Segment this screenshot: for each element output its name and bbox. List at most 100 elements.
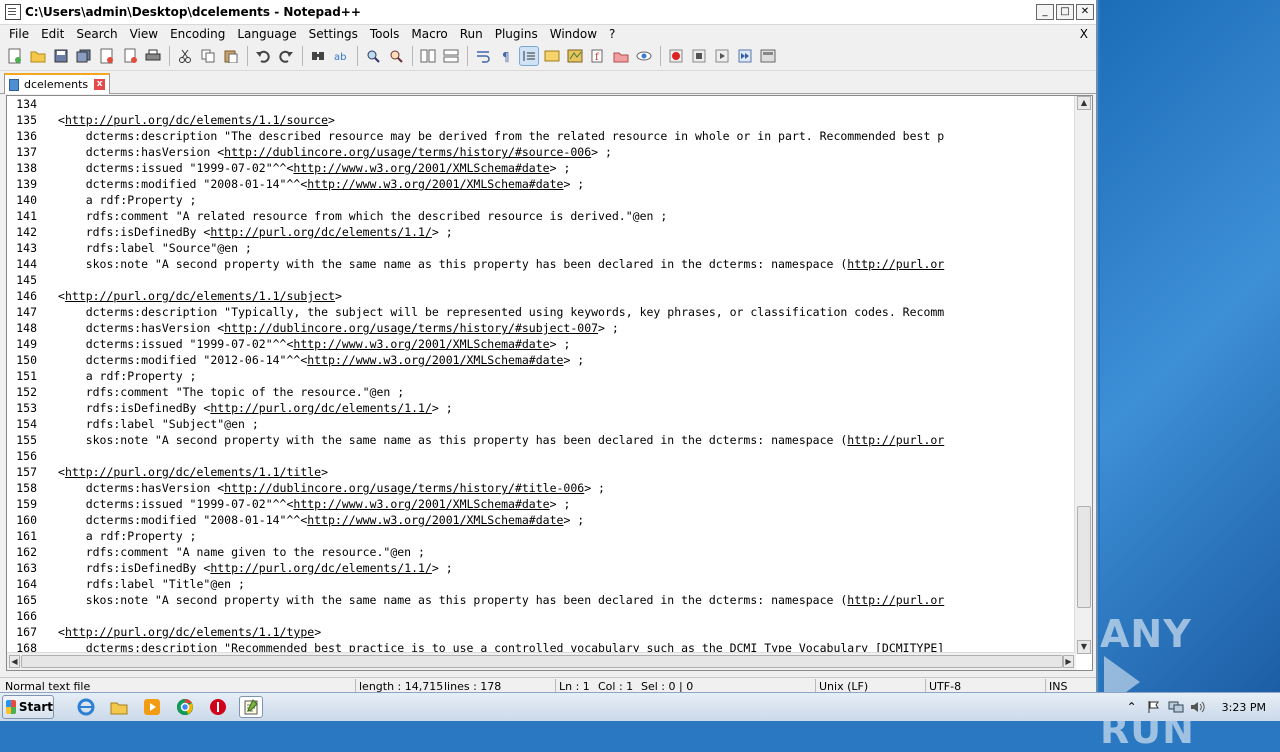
replace-icon[interactable]: ab bbox=[332, 47, 350, 65]
new-file-icon[interactable] bbox=[6, 47, 24, 65]
line-text[interactable]: skos:note "A second property with the sa… bbox=[58, 432, 945, 448]
code-line[interactable]: 151 a rdf:Property ; bbox=[7, 368, 1076, 384]
run-macro-multiple-icon[interactable] bbox=[736, 47, 754, 65]
tab-dcelements[interactable]: dcelements x bbox=[4, 73, 111, 94]
code-area[interactable]: 134 135 <http://purl.org/dc/elements/1.1/s… bbox=[7, 96, 1076, 654]
code-line[interactable]: 140 a rdf:Property ; bbox=[7, 192, 1076, 208]
code-line[interactable]: 136 dcterms:description "The described r… bbox=[7, 128, 1076, 144]
code-line[interactable]: 161 a rdf:Property ; bbox=[7, 528, 1076, 544]
undo-icon[interactable] bbox=[254, 47, 272, 65]
code-line[interactable]: 166 bbox=[7, 608, 1076, 624]
code-line[interactable]: 160 dcterms:modified "2008-01-14"^^<http… bbox=[7, 512, 1076, 528]
menu-view[interactable]: View bbox=[124, 27, 164, 41]
text-editor[interactable]: 134 135 <http://purl.org/dc/elements/1.1/s… bbox=[6, 95, 1093, 671]
code-line[interactable]: 152 rdfs:comment "The topic of the resou… bbox=[7, 384, 1076, 400]
start-button[interactable]: Start bbox=[2, 695, 54, 719]
menu-run[interactable]: Run bbox=[454, 27, 489, 41]
menu-plugins[interactable]: Plugins bbox=[489, 27, 544, 41]
line-text[interactable]: dcterms:hasVersion <http://dublincore.or… bbox=[58, 480, 605, 496]
save-icon[interactable] bbox=[52, 47, 70, 65]
function-list-icon[interactable]: f bbox=[589, 47, 607, 65]
line-text[interactable]: dcterms:hasVersion <http://dublincore.or… bbox=[58, 320, 619, 336]
sync-vertical-icon[interactable] bbox=[419, 47, 437, 65]
record-macro-icon[interactable] bbox=[667, 47, 685, 65]
code-line[interactable]: 144 skos:note "A second property with th… bbox=[7, 256, 1076, 272]
code-line[interactable]: 147 dcterms:description "Typically, the … bbox=[7, 304, 1076, 320]
folder-workspace-icon[interactable] bbox=[612, 47, 630, 65]
tab-close-icon[interactable]: x bbox=[94, 79, 106, 90]
code-line[interactable]: 143 rdfs:label "Source"@en ; bbox=[7, 240, 1076, 256]
line-text[interactable]: rdfs:comment "A related resource from wh… bbox=[58, 208, 668, 224]
save-macro-icon[interactable] bbox=[759, 47, 777, 65]
close-button[interactable]: ✕ bbox=[1076, 4, 1094, 20]
scroll-down-icon[interactable]: ▼ bbox=[1077, 640, 1091, 654]
horizontal-scroll-thumb[interactable] bbox=[21, 655, 1063, 668]
code-line[interactable]: 153 rdfs:isDefinedBy <http://purl.org/dc… bbox=[7, 400, 1076, 416]
code-line[interactable]: 135 <http://purl.org/dc/elements/1.1/sour… bbox=[7, 112, 1076, 128]
line-text[interactable]: rdfs:comment "The topic of the resource.… bbox=[58, 384, 405, 400]
find-icon[interactable] bbox=[309, 47, 327, 65]
code-line[interactable]: 150 dcterms:modified "2012-06-14"^^<http… bbox=[7, 352, 1076, 368]
close-all-icon[interactable] bbox=[121, 47, 139, 65]
redo-icon[interactable] bbox=[277, 47, 295, 65]
tray-expand-icon[interactable]: ⌃ bbox=[1124, 699, 1140, 715]
code-line[interactable]: 158 dcterms:hasVersion <http://dublincor… bbox=[7, 480, 1076, 496]
code-line[interactable]: 141 rdfs:comment "A related resource fro… bbox=[7, 208, 1076, 224]
line-text[interactable]: rdfs:comment "A name given to the resour… bbox=[58, 544, 425, 560]
chrome-icon[interactable] bbox=[173, 696, 197, 718]
clock[interactable]: 3:23 PM bbox=[1222, 701, 1266, 714]
line-text[interactable]: rdfs:isDefinedBy <http://purl.org/dc/ele… bbox=[58, 224, 453, 240]
line-text[interactable]: dcterms:issued "1999-07-02"^^<http://www… bbox=[58, 160, 571, 176]
action-center-flag-icon[interactable] bbox=[1146, 699, 1162, 715]
notepad-taskbar-icon[interactable] bbox=[239, 696, 263, 718]
volume-icon[interactable] bbox=[1190, 699, 1206, 715]
line-text[interactable]: rdfs:isDefinedBy <http://purl.org/dc/ele… bbox=[58, 560, 453, 576]
doc-map-icon[interactable] bbox=[566, 47, 584, 65]
line-text[interactable]: rdfs:label "Subject"@en ; bbox=[58, 416, 259, 432]
line-text[interactable]: a rdf:Property ; bbox=[58, 192, 197, 208]
network-icon[interactable] bbox=[1168, 699, 1184, 715]
cut-icon[interactable] bbox=[176, 47, 194, 65]
code-line[interactable]: 157 <http://purl.org/dc/elements/1.1/titl… bbox=[7, 464, 1076, 480]
media-player-icon[interactable] bbox=[140, 696, 164, 718]
line-text[interactable]: rdfs:label "Source"@en ; bbox=[58, 240, 252, 256]
menu-file[interactable]: File bbox=[3, 27, 35, 41]
code-line[interactable]: 154 rdfs:label "Subject"@en ; bbox=[7, 416, 1076, 432]
line-text[interactable]: dcterms:issued "1999-07-02"^^<http://www… bbox=[58, 496, 571, 512]
code-line[interactable]: 155 skos:note "A second property with th… bbox=[7, 432, 1076, 448]
word-wrap-icon[interactable] bbox=[474, 47, 492, 65]
line-text[interactable]: dcterms:description "Typically, the subj… bbox=[58, 304, 945, 320]
code-line[interactable]: 134 bbox=[7, 96, 1076, 112]
line-text[interactable]: dcterms:hasVersion <http://dublincore.or… bbox=[58, 144, 612, 160]
code-line[interactable]: 159 dcterms:issued "1999-07-02"^^<http:/… bbox=[7, 496, 1076, 512]
paste-icon[interactable] bbox=[222, 47, 240, 65]
code-line[interactable]: 167 <http://purl.org/dc/elements/1.1/type… bbox=[7, 624, 1076, 640]
code-line[interactable]: 139 dcterms:modified "2008-01-14"^^<http… bbox=[7, 176, 1076, 192]
line-text[interactable]: dcterms:modified "2008-01-14"^^<http://w… bbox=[58, 512, 585, 528]
print-icon[interactable] bbox=[144, 47, 162, 65]
ie-icon[interactable] bbox=[74, 696, 98, 718]
scroll-left-icon[interactable]: ◀ bbox=[9, 655, 20, 668]
code-line[interactable]: 165 skos:note "A second property with th… bbox=[7, 592, 1076, 608]
menu-encoding[interactable]: Encoding bbox=[164, 27, 231, 41]
code-line[interactable]: 163 rdfs:isDefinedBy <http://purl.org/dc… bbox=[7, 560, 1076, 576]
code-line[interactable]: 162 rdfs:comment "A name given to the re… bbox=[7, 544, 1076, 560]
file-explorer-icon[interactable] bbox=[107, 696, 131, 718]
line-text[interactable]: rdfs:isDefinedBy <http://purl.org/dc/ele… bbox=[58, 400, 453, 416]
line-text[interactable]: dcterms:issued "1999-07-02"^^<http://www… bbox=[58, 336, 571, 352]
close-file-icon[interactable] bbox=[98, 47, 116, 65]
security-app-icon[interactable] bbox=[206, 696, 230, 718]
scroll-right-icon[interactable]: ▶ bbox=[1063, 655, 1074, 668]
line-text[interactable]: dcterms:modified "2008-01-14"^^<http://w… bbox=[58, 176, 585, 192]
play-macro-icon[interactable] bbox=[713, 47, 731, 65]
line-text[interactable]: dcterms:description "The described resou… bbox=[58, 128, 945, 144]
menu-window[interactable]: Window bbox=[544, 27, 603, 41]
code-line[interactable]: 146 <http://purl.org/dc/elements/1.1/subj… bbox=[7, 288, 1076, 304]
code-line[interactable]: 137 dcterms:hasVersion <http://dublincor… bbox=[7, 144, 1076, 160]
code-line[interactable]: 156 bbox=[7, 448, 1076, 464]
vertical-scrollbar[interactable]: ▲ ▼ bbox=[1074, 96, 1092, 654]
close-document-button[interactable]: X bbox=[1080, 27, 1088, 41]
zoom-in-icon[interactable] bbox=[364, 47, 382, 65]
show-all-chars-icon[interactable]: ¶ bbox=[497, 47, 515, 65]
code-line[interactable]: 149 dcterms:issued "1999-07-02"^^<http:/… bbox=[7, 336, 1076, 352]
